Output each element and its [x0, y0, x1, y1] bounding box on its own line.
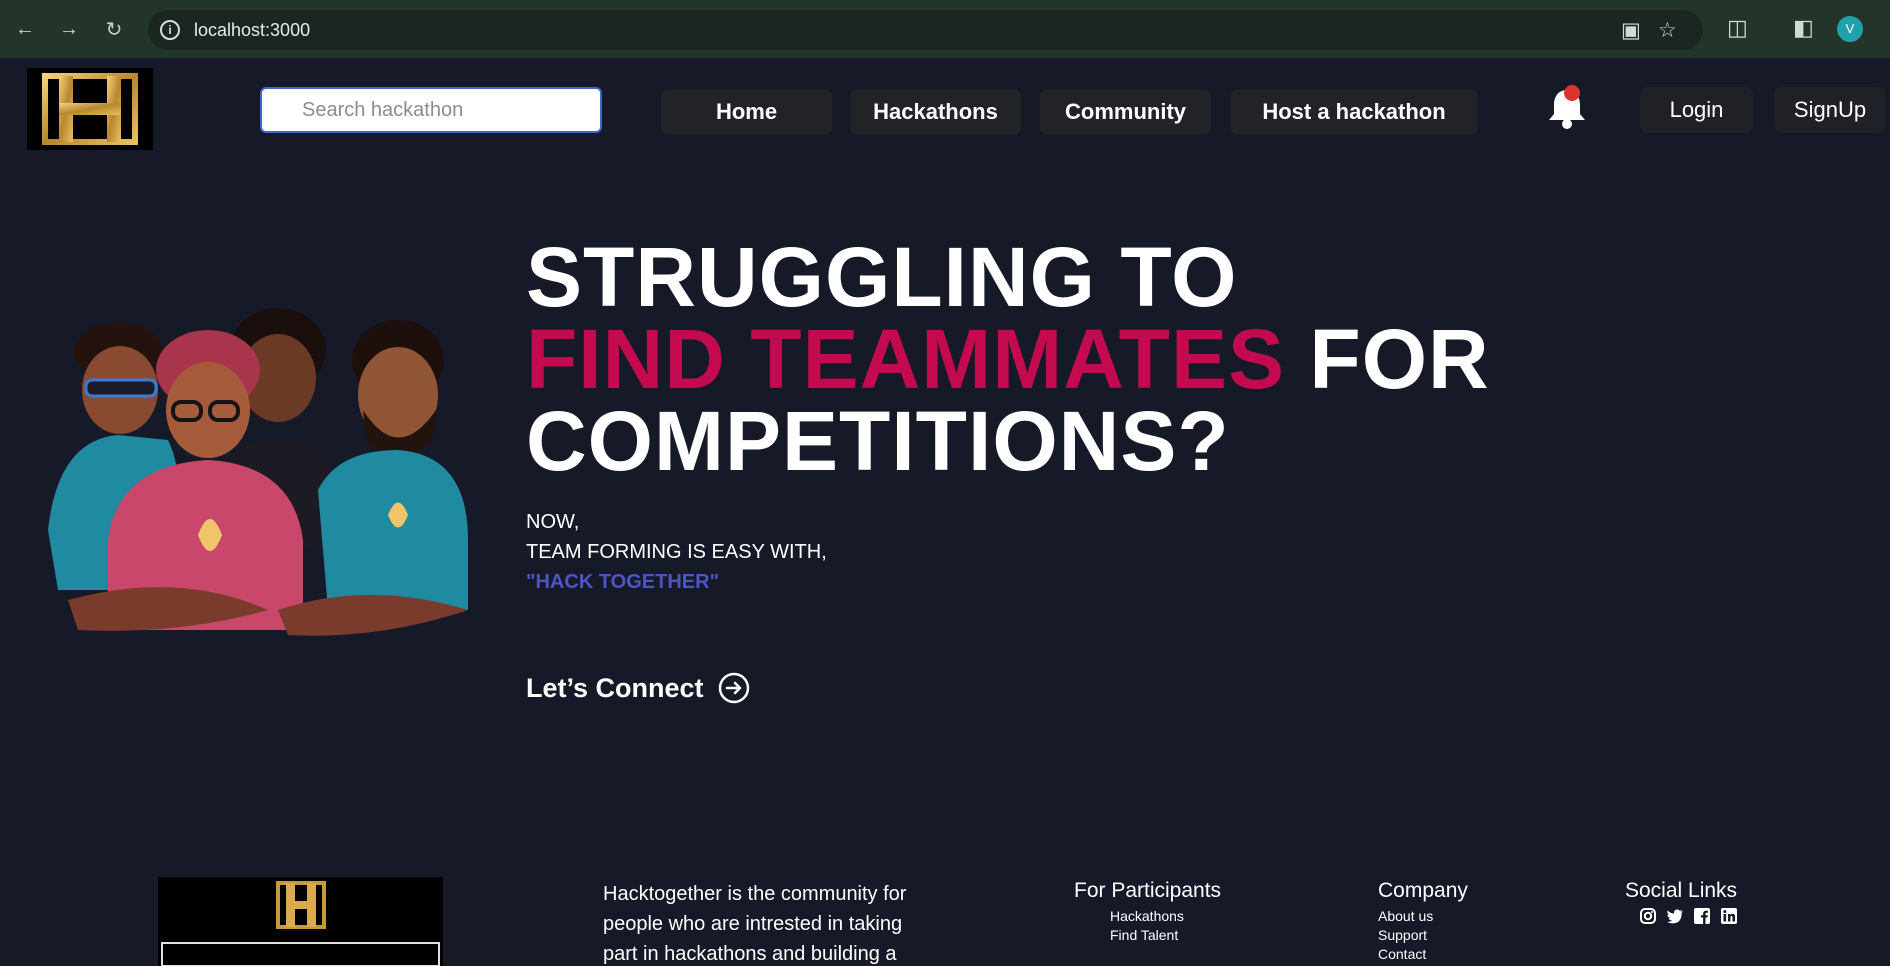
- team-illustration: [38, 290, 478, 660]
- linkedin-icon[interactable]: [1720, 907, 1738, 925]
- install-app-icon[interactable]: ▣: [1621, 18, 1641, 43]
- site-logo[interactable]: [27, 68, 153, 150]
- side-panel-icon[interactable]: ◧: [1793, 15, 1814, 41]
- hero-line-2: FIND TEAMMATES FOR: [526, 317, 1490, 401]
- hero-sub-2: TEAM FORMING IS EASY WITH,: [526, 541, 827, 563]
- reload-icon[interactable]: ↻: [97, 12, 131, 46]
- hero-line-3: COMPETITIONS?: [526, 394, 1230, 488]
- footer-participants: For Participants Hackathons Find Talent: [1074, 879, 1221, 945]
- hero-subtext: NOW, TEAM FORMING IS EASY WITH, "HACK TO…: [526, 507, 827, 597]
- hero-brand-name: "HACK TOGETHER": [526, 571, 720, 593]
- footer-company: Company About us Support Contact: [1378, 879, 1468, 964]
- footer-link-find-talent[interactable]: Find Talent: [1110, 926, 1221, 945]
- profile-avatar[interactable]: V: [1837, 16, 1863, 42]
- signup-button[interactable]: SignUp: [1774, 87, 1886, 133]
- footer-link-hackathons[interactable]: Hackathons: [1110, 907, 1221, 926]
- arrow-right-circle-icon: [718, 672, 749, 704]
- login-button[interactable]: Login: [1640, 87, 1753, 133]
- footer-link-about-us[interactable]: About us: [1378, 907, 1468, 926]
- extensions-icon[interactable]: ◫: [1727, 15, 1748, 41]
- address-bar[interactable]: i localhost:3000 ▣ ☆: [148, 10, 1703, 50]
- hero-line-1: STRUGGLING TO: [526, 230, 1238, 324]
- footer-logo-mark-icon: [161, 881, 440, 966]
- nav-community[interactable]: Community: [1040, 89, 1211, 135]
- notification-bell-icon[interactable]: [1545, 84, 1589, 130]
- footer-link-support[interactable]: Support: [1378, 926, 1468, 945]
- hero-heading: STRUGGLING TO FIND TEAMMATES FOR COMPETI…: [526, 230, 1490, 488]
- back-icon[interactable]: ←: [8, 12, 42, 46]
- lets-connect-button[interactable]: Let’s Connect: [526, 672, 750, 704]
- forward-icon[interactable]: →: [52, 12, 86, 46]
- nav-hackathons[interactable]: Hackathons: [850, 89, 1021, 135]
- footer-link-contact[interactable]: Contact: [1378, 945, 1468, 964]
- footer-social: Social Links: [1625, 879, 1738, 925]
- twitter-icon[interactable]: [1666, 907, 1684, 925]
- url-text[interactable]: localhost:3000: [194, 20, 310, 41]
- search-input[interactable]: [260, 87, 602, 133]
- facebook-icon[interactable]: [1693, 907, 1711, 925]
- footer-logo[interactable]: [158, 877, 443, 966]
- footer-about-text: Hacktogether is the community for people…: [603, 883, 907, 965]
- nav-home[interactable]: Home: [661, 89, 832, 135]
- footer-participants-heading: For Participants: [1074, 879, 1222, 902]
- site-info-icon[interactable]: i: [160, 20, 180, 40]
- hero-line-2-rest: FOR: [1309, 312, 1490, 406]
- hero-sub-1: NOW,: [526, 511, 580, 533]
- logo-h-icon: [42, 73, 138, 145]
- browser-toolbar: ← → ↻ i localhost:3000 ▣ ☆ ◫ ◧ V: [0, 0, 1890, 58]
- notification-dot: [1564, 85, 1580, 101]
- footer-social-heading: Social Links: [1625, 879, 1738, 902]
- footer-company-heading: Company: [1378, 879, 1468, 902]
- instagram-icon[interactable]: [1639, 907, 1657, 925]
- hero-accent-text: FIND TEAMMATES: [526, 312, 1286, 406]
- lets-connect-label: Let’s Connect: [526, 672, 704, 703]
- nav-host-hackathon[interactable]: Host a hackathon: [1230, 89, 1478, 135]
- bookmark-star-icon[interactable]: ☆: [1658, 18, 1677, 43]
